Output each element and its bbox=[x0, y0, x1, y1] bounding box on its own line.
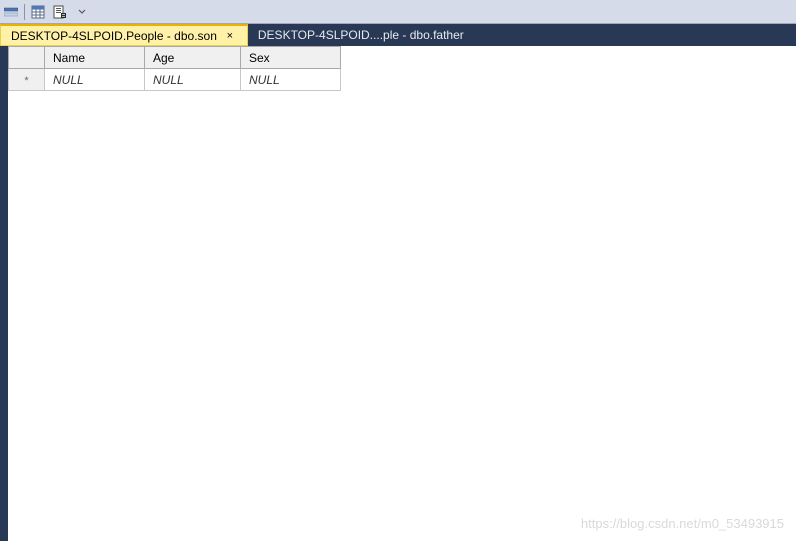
row-icon[interactable] bbox=[2, 3, 20, 21]
cell-name[interactable]: NULL bbox=[45, 69, 145, 91]
toolbar-separator bbox=[24, 4, 25, 20]
watermark: https://blog.csdn.net/m0_53493915 bbox=[581, 516, 784, 531]
cell-age[interactable]: NULL bbox=[145, 69, 241, 91]
tab-strip: DESKTOP-4SLPOID.People - dbo.son × DESKT… bbox=[0, 24, 796, 46]
new-row-marker: * bbox=[24, 75, 28, 87]
column-header-age[interactable]: Age bbox=[145, 47, 241, 69]
left-gutter bbox=[0, 46, 8, 541]
grid-area: Name Age Sex * NULL NULL NULL https://bl… bbox=[8, 46, 796, 541]
tab-label: DESKTOP-4SLPOID....ple - dbo.father bbox=[258, 28, 464, 42]
script-icon[interactable] bbox=[51, 3, 69, 21]
row-selector[interactable]: * bbox=[9, 69, 45, 91]
table-row[interactable]: * NULL NULL NULL bbox=[9, 69, 341, 91]
null-value: NULL bbox=[53, 73, 84, 87]
content-area: Name Age Sex * NULL NULL NULL https://bl… bbox=[0, 46, 796, 541]
column-header-sex[interactable]: Sex bbox=[241, 47, 341, 69]
data-grid[interactable]: Name Age Sex * NULL NULL NULL bbox=[8, 46, 341, 91]
toolbar bbox=[0, 0, 796, 24]
tab-dbo-father[interactable]: DESKTOP-4SLPOID....ple - dbo.father bbox=[248, 24, 474, 46]
tab-dbo-son[interactable]: DESKTOP-4SLPOID.People - dbo.son × bbox=[0, 24, 248, 46]
header-row: Name Age Sex bbox=[9, 47, 341, 69]
dropdown-arrow-icon[interactable] bbox=[73, 3, 91, 21]
null-value: NULL bbox=[249, 73, 280, 87]
null-value: NULL bbox=[153, 73, 184, 87]
table-icon[interactable] bbox=[29, 3, 47, 21]
column-header-name[interactable]: Name bbox=[45, 47, 145, 69]
row-header-corner[interactable] bbox=[9, 47, 45, 69]
cell-sex[interactable]: NULL bbox=[241, 69, 341, 91]
close-icon[interactable]: × bbox=[223, 29, 237, 43]
tab-label: DESKTOP-4SLPOID.People - dbo.son bbox=[11, 29, 217, 43]
